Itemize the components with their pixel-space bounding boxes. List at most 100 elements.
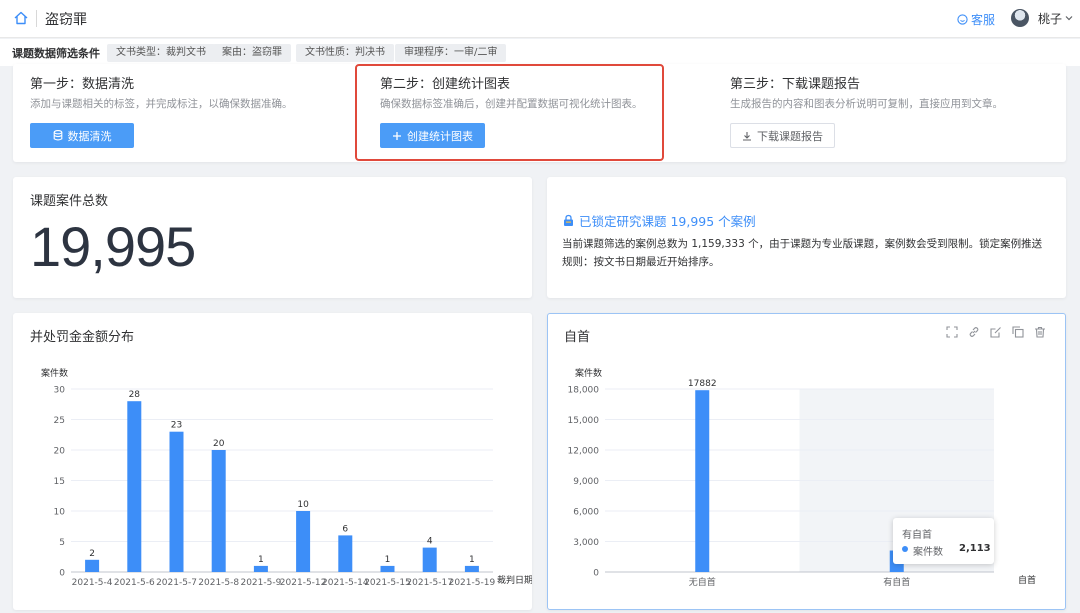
filter-tag-doc-type[interactable]: 文书类型：裁判文书 (107, 44, 215, 62)
bar (380, 565, 395, 572)
x-axis-label: 自首 (1018, 574, 1036, 586)
bar-value-label: 1 (385, 555, 391, 565)
user-name[interactable]: 桃子 (1038, 10, 1062, 27)
bar-value-label: 28 (129, 390, 141, 400)
lock-description: 当前课题筛选的案例总数为 1,159,333 个，由于课题为专业版课题，案例数会… (562, 238, 1043, 268)
divider (36, 10, 37, 27)
x-axis-label: 裁判日期 (497, 574, 532, 586)
tooltip-series-dot (902, 546, 908, 552)
top-bar: 盗窃罪 客服 桃子 (0, 0, 1080, 38)
tooltip-title: 有自首 (902, 530, 932, 541)
x-tick-label: 2021-5-4 (72, 578, 113, 588)
copy-icon[interactable] (1012, 326, 1024, 338)
bar-value-label: 1 (258, 555, 264, 565)
fine-amount-chart: 案件数 0 5 10 15 20 25 30 2 2021-5-4 28 2021-5-6 23 2021… (41, 367, 532, 588)
download-report-label: 下载课题报告 (757, 129, 823, 143)
x-tick-label: 2021-5-8 (198, 578, 239, 588)
step1-desc: 添加与课题相关的标签，并完成标注，以确保数据准确。 (30, 98, 293, 110)
bar-value-label: 2 (89, 549, 95, 559)
total-value: 19,995 (30, 215, 196, 278)
y-tick-label: 30 (54, 386, 66, 396)
home-icon[interactable] (13, 10, 29, 26)
x-tick-label: 有自首 (883, 576, 910, 588)
bar (695, 390, 710, 572)
fine-chart-title: 并处罚金金额分布 (30, 330, 135, 345)
download-icon (743, 131, 751, 141)
database-icon (53, 130, 62, 141)
filter-tag-cause[interactable]: 案由：盗窃罪 (213, 44, 291, 62)
y-tick-label: 5 (59, 538, 65, 548)
bar (338, 535, 353, 572)
x-tick-label: 2021-5-9 (240, 578, 281, 588)
customer-service-link[interactable]: 客服 (957, 11, 995, 28)
x-tick-label: 2021-5-14 (322, 578, 369, 588)
step1-title: 第一步：数据清洗 (30, 77, 135, 92)
y-tick-label: 12,000 (568, 447, 600, 457)
y-tick-label: 15 (54, 477, 65, 487)
chart-toolbar (946, 326, 1046, 338)
y-tick-label: 18,000 (568, 386, 600, 396)
bar (464, 565, 479, 572)
bar (85, 559, 100, 572)
avatar[interactable] (1011, 9, 1029, 27)
bar-value-label: 6 (342, 524, 348, 534)
tooltip-value: 2,113 (959, 543, 991, 554)
y-tick-label: 0 (593, 569, 599, 579)
bar (422, 547, 437, 572)
y-tick-label: 9,000 (573, 477, 599, 487)
x-tick-label: 2021-5-19 (449, 578, 496, 588)
bar-value-label: 1 (469, 555, 475, 565)
edit-icon[interactable] (990, 326, 1002, 338)
filter-label: 课题数据筛选条件 (12, 47, 100, 60)
data-cleaning-label: 数据清洗 (67, 129, 112, 143)
page-title: 盗窃罪 (45, 12, 87, 28)
data-cleaning-button[interactable]: 数据清洗 (30, 123, 134, 148)
y-tick-label: 25 (54, 416, 65, 426)
bar (127, 401, 142, 572)
chevron-down-icon[interactable] (1064, 13, 1074, 23)
customer-service-label: 客服 (971, 13, 996, 27)
step3-title: 第三步：下载课题报告 (730, 77, 861, 92)
bar (296, 511, 311, 572)
link-icon[interactable] (968, 326, 980, 338)
y-axis-label: 案件数 (575, 367, 602, 379)
bar (169, 431, 184, 572)
y-axis-label: 案件数 (41, 367, 68, 379)
highlight-box (355, 64, 664, 161)
y-tick-label: 15,000 (568, 416, 600, 426)
y-tick-label: 3,000 (573, 538, 599, 548)
surrender-chart-title: 自首 (564, 330, 591, 345)
download-report-button[interactable]: 下载课题报告 (730, 123, 835, 148)
bar-value-label: 23 (171, 421, 182, 431)
bar (211, 450, 226, 572)
filter-tag-procedure[interactable]: 审理程序：一审/二审 (395, 44, 507, 62)
x-tick-label: 无自首 (689, 576, 716, 588)
bar-value-label: 4 (427, 537, 433, 547)
surrender-chart: 案件数 0 3,000 6,000 9,000 12,000 15,000 18,000 178… (568, 367, 1037, 588)
y-tick-label: 10 (54, 508, 66, 518)
total-title: 课题案件总数 (30, 194, 109, 209)
lock-headline-row: 已锁定研究课题 19,995 个案例 (562, 211, 756, 230)
x-tick-label: 2021-5-15 (364, 578, 411, 588)
step3-desc: 生成报告的内容和图表分析说明可复制，直接应用到文章。 (730, 98, 1003, 110)
tooltip-series-label: 案件数 (913, 547, 943, 558)
x-tick-label: 2021-5-17 (406, 578, 453, 588)
chart-tooltip: 有自首 案件数 2,113 (893, 518, 994, 564)
delete-icon[interactable] (1034, 326, 1046, 338)
bar (253, 565, 268, 572)
y-tick-label: 6,000 (573, 508, 599, 518)
lock-icon (564, 214, 573, 226)
x-tick-label: 2021-5-6 (114, 578, 155, 588)
bar-value-label: 17882 (688, 379, 717, 389)
y-tick-label: 20 (54, 447, 66, 457)
bar-value-label: 20 (213, 439, 225, 449)
fullscreen-icon[interactable] (946, 326, 958, 338)
bar-value-label: 10 (297, 500, 309, 510)
x-tick-label: 2021-5-7 (156, 578, 197, 588)
filter-bar: 课题数据筛选条件 文书类型：裁判文书 案由：盗窃罪 文书性质：判决书 审理程序：… (0, 39, 1080, 66)
y-tick-label: 0 (59, 569, 65, 579)
smile-icon (957, 14, 968, 25)
x-tick-label: 2021-5-12 (280, 578, 327, 588)
lock-headline: 已锁定研究课题 19,995 个案例 (579, 214, 756, 229)
filter-tag-doc-nature[interactable]: 文书性质：判决书 (296, 44, 394, 62)
